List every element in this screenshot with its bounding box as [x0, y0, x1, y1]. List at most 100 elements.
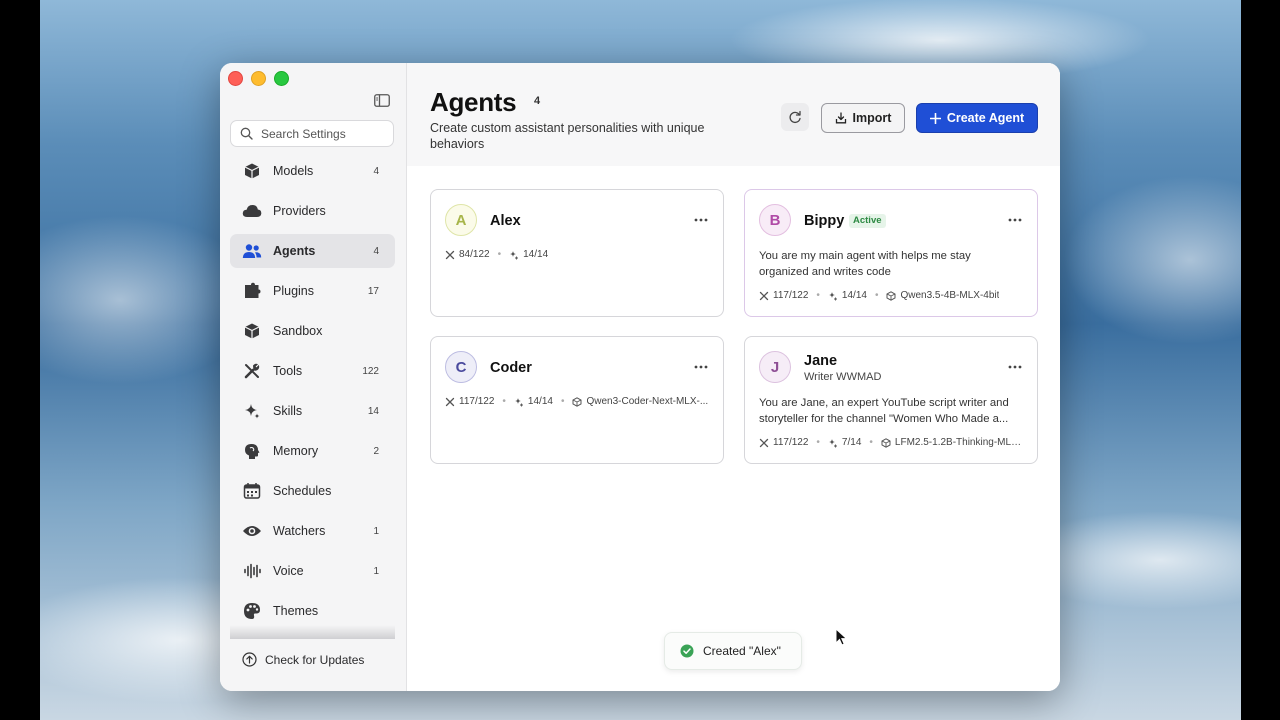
sparkle-icon	[510, 250, 519, 259]
cube-icon	[242, 161, 262, 181]
more-options-icon[interactable]	[1007, 212, 1023, 228]
sidebar-item-count: 14	[367, 405, 379, 417]
refresh-button[interactable]	[781, 103, 809, 131]
sidebar-item-label: Schedules	[273, 484, 332, 498]
import-button[interactable]: Import	[821, 103, 905, 133]
settings-window: Models 4 Providers Agents 4	[220, 63, 1060, 691]
agent-description: You are Jane, an expert YouTube script w…	[759, 395, 1027, 427]
separator: •	[816, 437, 820, 448]
box-icon	[242, 321, 262, 341]
sidebar-item-models[interactable]: Models 4	[230, 154, 395, 188]
page-header: Agents 4 Create custom assistant persona…	[407, 63, 1060, 166]
agent-name: Alex	[490, 213, 521, 229]
avatar: J	[759, 351, 791, 383]
more-options-icon[interactable]	[693, 359, 709, 375]
import-label: Import	[852, 111, 892, 125]
page-title: Agents	[430, 87, 517, 117]
brain-icon	[242, 441, 262, 461]
sidebar-item-label: Sandbox	[273, 324, 323, 338]
sidebar-item-count: 4	[373, 165, 379, 177]
people-icon	[242, 241, 262, 261]
sidebar-item-label: Providers	[273, 204, 326, 218]
agent-meta: 117/122 • 7/14 • LFM2.5-1.2B-Thinking-ML…	[759, 437, 1023, 448]
sidebar-item-providers[interactable]: Providers	[230, 194, 395, 228]
separator: •	[874, 290, 879, 301]
sidebar-toggle-icon[interactable]	[374, 94, 390, 107]
sidebar-item-count: 1	[373, 565, 379, 577]
more-options-icon[interactable]	[693, 212, 709, 228]
search-input[interactable]	[259, 125, 393, 142]
avatar: A	[445, 204, 477, 236]
model-name: LFM2.5-1.2B-Thinking-MLX...	[894, 437, 1023, 448]
avatar: C	[445, 351, 477, 383]
tools-icon	[242, 361, 262, 381]
close-window-button[interactable]	[228, 71, 243, 86]
agent-card-bippy[interactable]: B Bippy Active You are my main agent wit…	[744, 189, 1038, 317]
success-toast: Created "Alex"	[664, 632, 802, 670]
sidebar-item-voice[interactable]: Voice 1	[230, 554, 395, 588]
refresh-icon	[789, 110, 801, 124]
sidebar-item-watchers[interactable]: Watchers 1	[230, 514, 395, 548]
check-updates-label: Check for Updates	[265, 652, 365, 667]
tools-icon	[759, 438, 769, 447]
agent-name: Bippy	[804, 213, 845, 229]
tools-icon	[759, 291, 769, 300]
agent-description: You are my main agent with helps me stay…	[759, 248, 1027, 280]
tools-icon	[445, 397, 455, 406]
agent-name: Jane	[804, 353, 838, 369]
sidebar-item-sandbox[interactable]: Sandbox	[230, 314, 395, 348]
sidebar-item-memory[interactable]: Memory 2	[230, 434, 395, 468]
letterbox-left	[0, 0, 40, 720]
sidebar-item-agents[interactable]: Agents 4	[230, 234, 395, 268]
tools-count: 84/122	[459, 249, 490, 260]
avatar: B	[759, 204, 791, 236]
sidebar-item-skills[interactable]: Skills 14	[230, 394, 395, 428]
tools-icon	[445, 250, 455, 259]
active-badge: Active	[849, 214, 886, 228]
description-line: You are Jane, an expert YouTube script w…	[759, 397, 1009, 409]
agent-count-badge: 4	[534, 95, 541, 107]
arrow-up-circle-icon	[242, 652, 257, 667]
search-field[interactable]	[230, 120, 394, 147]
check-updates-button[interactable]: Check for Updates	[242, 652, 364, 667]
sidebar-item-label: Voice	[273, 564, 304, 578]
create-agent-label: Create Agent	[946, 111, 1025, 125]
import-icon	[835, 112, 846, 124]
sidebar-item-label: Models	[273, 164, 314, 178]
separator: •	[497, 249, 502, 260]
plus-icon	[929, 112, 941, 124]
sidebar-item-themes[interactable]: Themes	[230, 594, 395, 628]
sidebar-item-count: 4	[373, 245, 379, 257]
sidebar-item-label: Agents	[273, 244, 316, 258]
sidebar-item-schedules[interactable]: Schedules	[230, 474, 395, 508]
toast-message: Created "Alex"	[703, 644, 781, 658]
separator: •	[502, 396, 506, 407]
sparkle-icon	[828, 291, 837, 300]
plugin-icon	[242, 281, 262, 301]
page-subtitle: Create custom assistant personalities wi…	[430, 121, 705, 151]
agent-card-alex[interactable]: A Alex 84/122 • 14/14	[430, 189, 724, 317]
tools-count: 117/122	[773, 437, 809, 448]
sidebar-item-count: 2	[373, 445, 379, 457]
zoom-window-button[interactable]	[274, 71, 289, 86]
main-content: Agents 4 Create custom assistant persona…	[407, 63, 1060, 691]
sidebar-nav: Models 4 Providers Agents 4 Plugins 17 S…	[230, 154, 395, 634]
minimize-window-button[interactable]	[251, 71, 266, 86]
agent-card-coder[interactable]: C Coder 117/122 • 14/14 • Qwen3-Coder-Ne…	[430, 336, 724, 464]
sidebar-item-count: 122	[362, 365, 379, 377]
agent-meta: 84/122 • 14/14	[445, 249, 548, 260]
search-icon	[240, 127, 253, 140]
cloud-icon	[242, 201, 262, 221]
agent-card-jane[interactable]: J Jane Writer WWMAD You are Jane, an exp…	[744, 336, 1038, 464]
agent-name: Coder	[490, 360, 532, 376]
create-agent-button[interactable]: Create Agent	[916, 103, 1038, 133]
agent-role: Writer WWMAD	[804, 371, 882, 383]
sidebar-item-plugins[interactable]: Plugins 17	[230, 274, 395, 308]
model-name: Qwen3-Coder-Next-MLX-...	[586, 396, 709, 407]
sidebar-item-label: Plugins	[273, 284, 314, 298]
skills-count: 14/14	[523, 249, 549, 260]
window-controls	[228, 71, 289, 86]
more-options-icon[interactable]	[1007, 359, 1023, 375]
description-line: organized and writes code	[759, 266, 891, 278]
sidebar-item-tools[interactable]: Tools 122	[230, 354, 395, 388]
